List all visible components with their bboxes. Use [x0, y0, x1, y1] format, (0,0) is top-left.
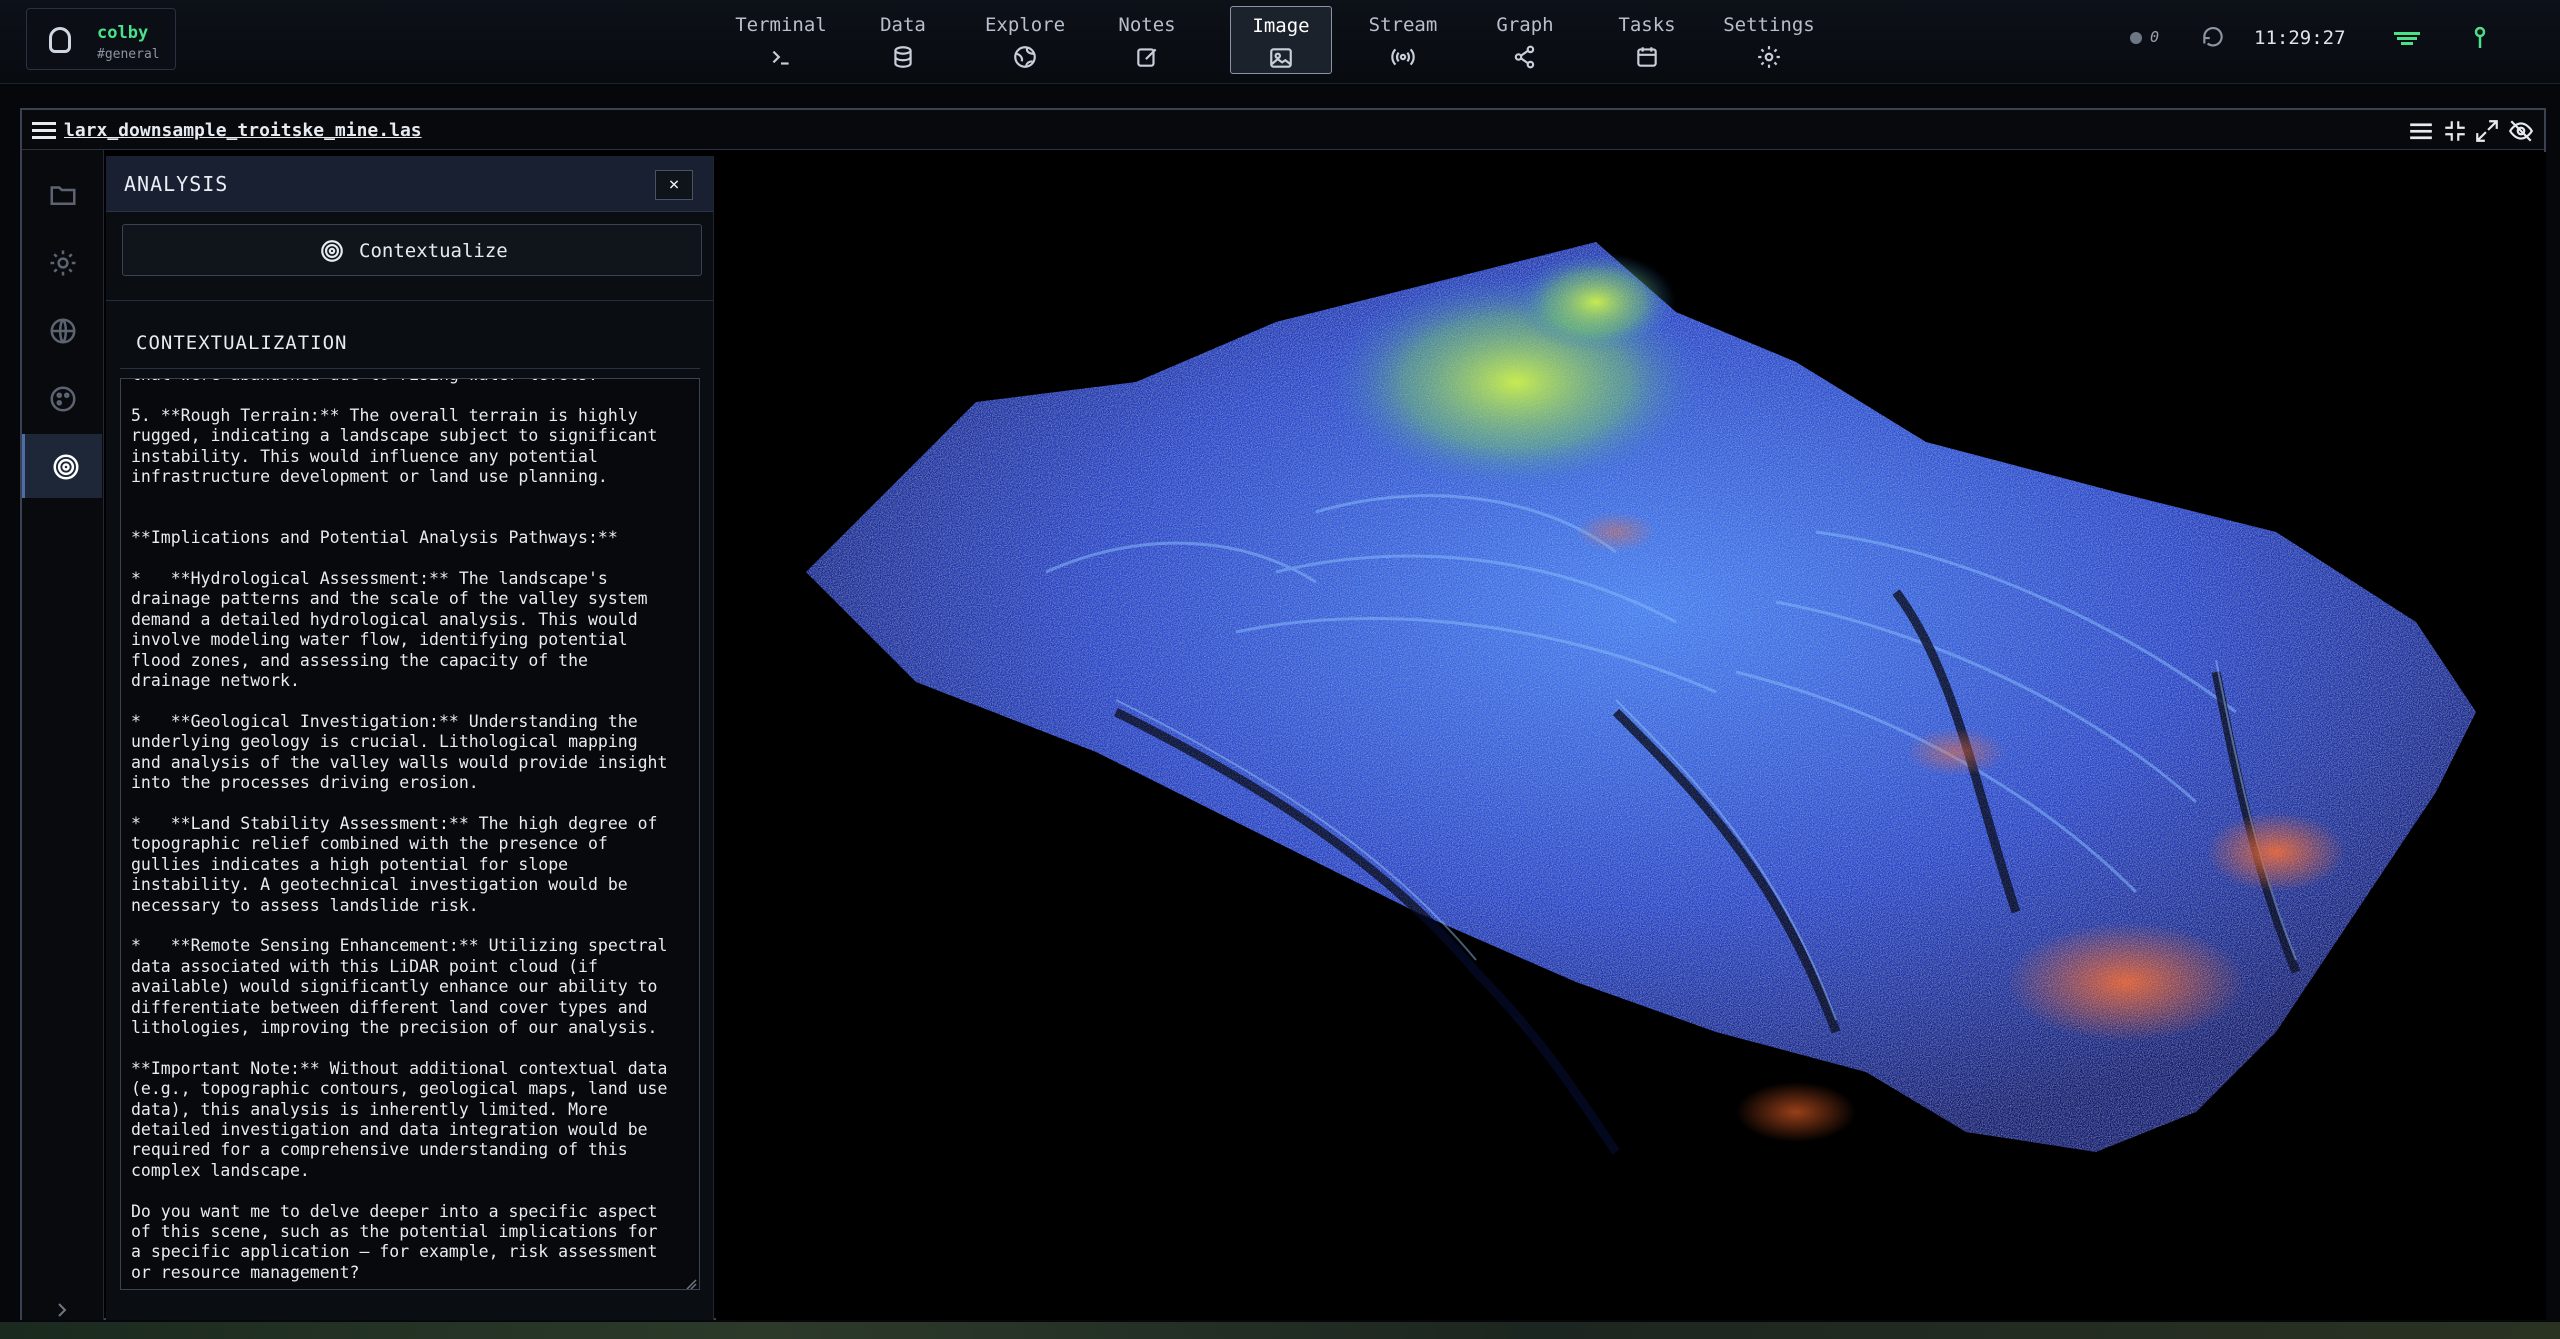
nav-label: Settings [1723, 14, 1815, 36]
nav-label: Image [1252, 15, 1310, 37]
contextualize-label: Contextualize [359, 240, 508, 262]
clock: 11:29:27 [2254, 27, 2346, 49]
expand-rail-icon[interactable] [52, 1300, 72, 1320]
nav-notes[interactable]: Notes [1096, 6, 1198, 74]
rail-globe[interactable] [22, 298, 102, 362]
nav-settings[interactable]: Settings [1718, 6, 1820, 74]
contextualization-textarea[interactable]: that were abandoned due to rising water … [120, 378, 700, 1290]
status-area: 0 11:29:27 [2130, 0, 2530, 76]
hamburger-menu-icon[interactable] [32, 120, 56, 140]
close-panel-button[interactable]: × [655, 170, 693, 200]
target-icon [53, 454, 79, 480]
globe-icon [1012, 44, 1038, 70]
fullscreen-icon[interactable] [2474, 118, 2500, 144]
divider [106, 300, 713, 301]
calendar-icon [1634, 44, 1660, 70]
nav-stream[interactable]: Stream [1352, 6, 1454, 74]
palette-icon [50, 386, 76, 412]
database-icon [890, 44, 916, 70]
image-window: larx_downsample_troitske_mine.las ANALYS… [20, 108, 2546, 1320]
window-controls [2408, 118, 2538, 144]
list-menu-icon[interactable] [2408, 118, 2434, 144]
minimize-icon[interactable] [2442, 118, 2468, 144]
point-cloud-render [806, 242, 2476, 1155]
nav-label: Explore [984, 14, 1066, 36]
sync-icon[interactable] [2200, 24, 2226, 50]
panel-title: ANALYSIS [124, 172, 229, 196]
top-bar: colby #general Terminal Data Explore Not… [0, 0, 2560, 84]
nav-label: Terminal [735, 14, 827, 36]
section-title: CONTEXTUALIZATION [136, 332, 348, 354]
workspace-name: colby [97, 23, 149, 43]
image-icon [1268, 45, 1294, 71]
rail-settings[interactable] [22, 230, 102, 294]
analysis-text: that were abandoned due to rising water … [131, 379, 668, 1282]
nav-graph[interactable]: Graph [1474, 6, 1576, 74]
file-name-link[interactable]: larx_downsample_troitske_mine.las [64, 120, 422, 141]
rail-analysis[interactable] [22, 434, 102, 498]
location-pin-icon[interactable] [2470, 24, 2490, 52]
nav-label: Notes [1118, 14, 1176, 36]
gear-icon [1756, 44, 1782, 70]
left-rail [22, 150, 104, 1320]
nav-label: Data [880, 14, 926, 36]
edit-icon [1134, 44, 1160, 70]
panel-header: ANALYSIS × [106, 156, 713, 212]
terminal-icon [768, 44, 794, 70]
nav-label: Stream [1368, 14, 1438, 36]
nav-terminal[interactable]: Terminal [730, 6, 832, 74]
rail-files[interactable] [22, 162, 102, 226]
gear-icon [50, 250, 76, 276]
channel-name: #general [97, 47, 160, 62]
nav-data[interactable]: Data [852, 6, 954, 74]
point-cloud-viewport[interactable] [716, 152, 2546, 1320]
divider [120, 368, 700, 369]
target-icon [319, 238, 345, 264]
nav-label: Graph [1496, 14, 1554, 36]
nav-label: Tasks [1618, 14, 1676, 36]
desktop-background-strip [0, 1322, 2560, 1339]
contextualize-button[interactable]: Contextualize [122, 224, 702, 276]
analysis-panel: ANALYSIS × Contextualize CONTEXTUALIZATI… [106, 156, 714, 1320]
nav-tasks[interactable]: Tasks [1596, 6, 1698, 74]
nav-image[interactable]: Image [1230, 6, 1332, 74]
broadcast-icon [1390, 44, 1416, 70]
hide-icon[interactable] [2508, 118, 2534, 144]
share-icon [1512, 44, 1538, 70]
notification-count: 0 [2150, 28, 2160, 46]
nav-explore[interactable]: Explore [974, 6, 1076, 74]
signal-icon[interactable] [2392, 26, 2422, 50]
folder-icon [50, 186, 76, 205]
rail-palette[interactable] [22, 366, 102, 430]
globe-icon [50, 318, 76, 344]
resize-grip-icon[interactable] [685, 1275, 697, 1289]
connection-dot-icon [2130, 32, 2142, 44]
workspace-switcher[interactable]: colby #general [26, 8, 176, 70]
app-logo-icon [49, 27, 71, 53]
window-titlebar: larx_downsample_troitske_mine.las [22, 110, 2544, 150]
